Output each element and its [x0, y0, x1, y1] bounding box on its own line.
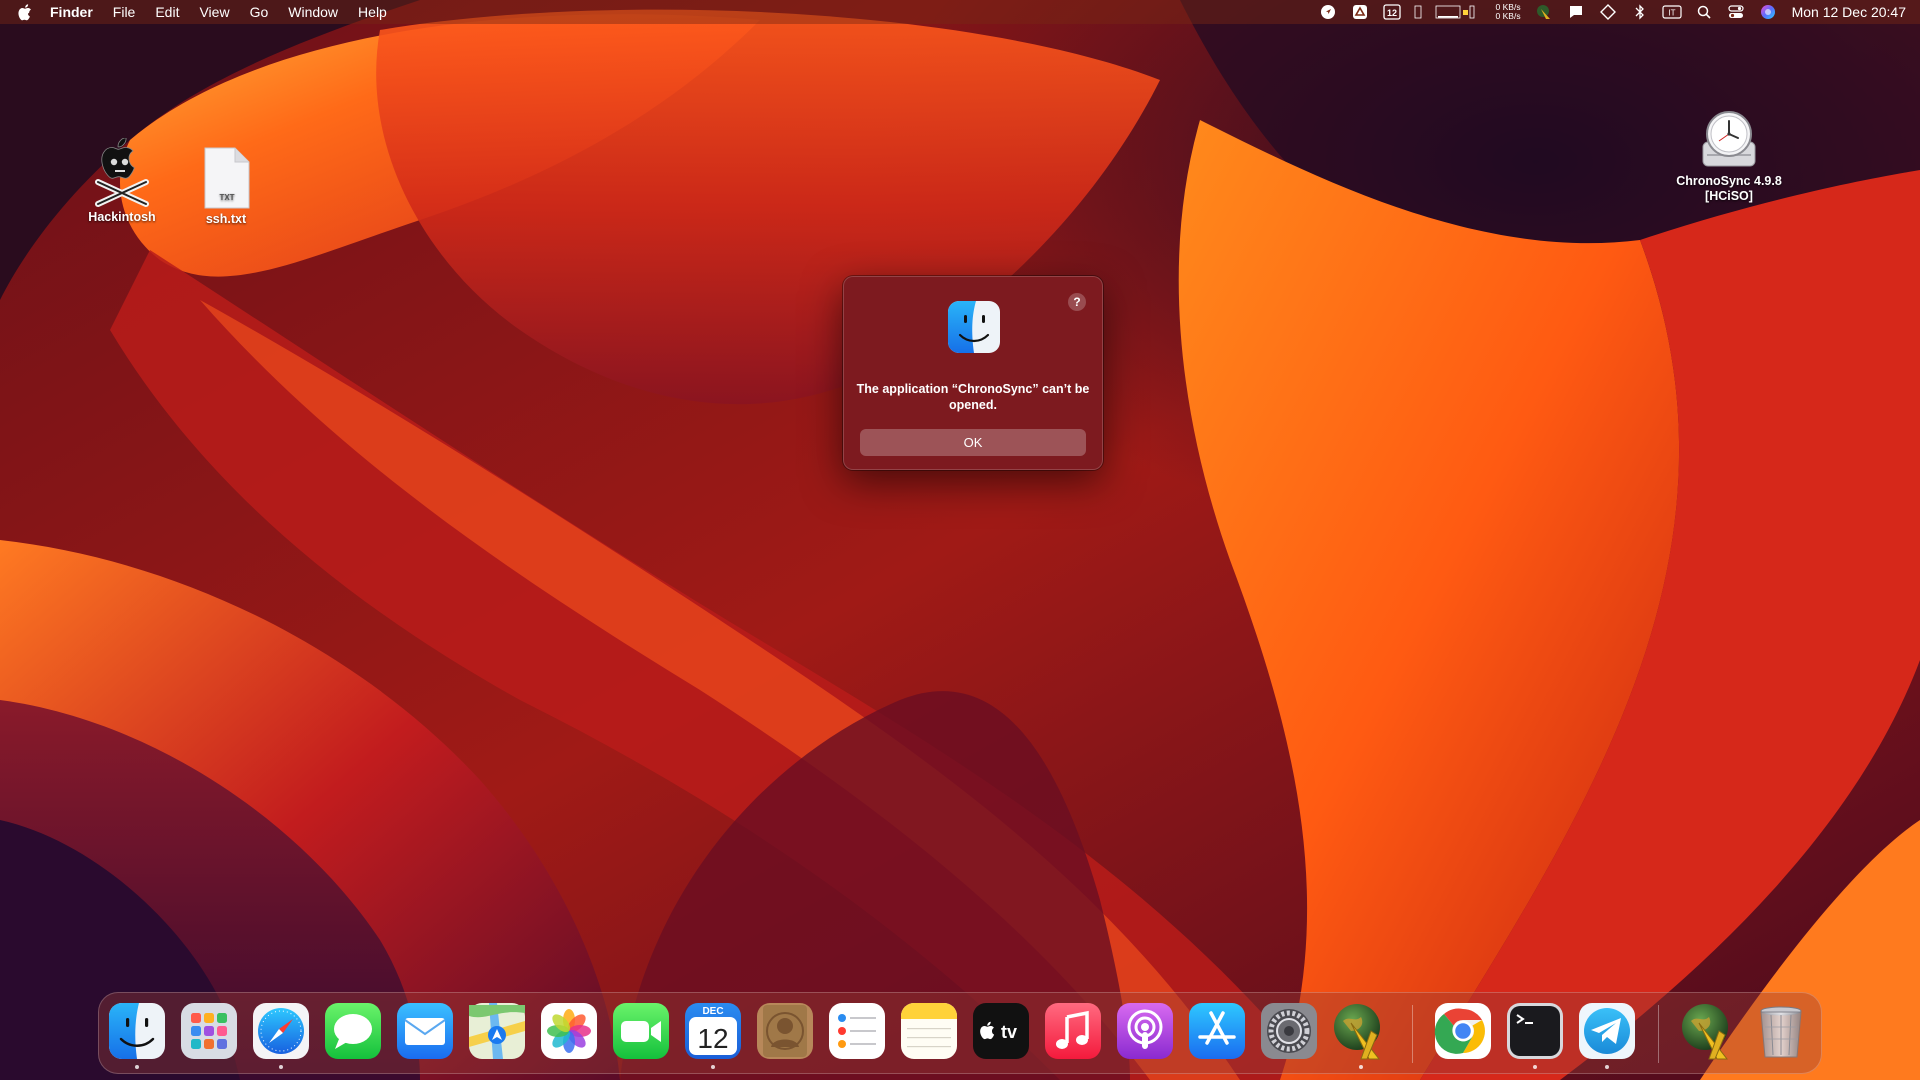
- desktop-item-label: Hackintosh: [88, 210, 156, 224]
- svg-text:TXT: TXT: [219, 193, 234, 202]
- facetime-camera-icon: [613, 1003, 669, 1059]
- reminders-list-icon: [829, 1003, 885, 1059]
- menu-app-finder[interactable]: Finder: [50, 0, 103, 24]
- opencore-globe-icon: [1334, 1004, 1381, 1060]
- svg-text:tv: tv: [1001, 1022, 1017, 1042]
- apple-menu-icon[interactable]: [18, 3, 34, 21]
- apple-tv-icon: tv: [973, 1003, 1029, 1059]
- dock-mail[interactable]: [395, 1001, 455, 1061]
- svg-text:12: 12: [697, 1023, 728, 1054]
- running-indicator: [1533, 1065, 1537, 1069]
- menubar-clock[interactable]: Mon 12 Dec 20:47: [1792, 4, 1906, 20]
- dock-trash[interactable]: [1751, 1001, 1811, 1061]
- dock: DEC 12 tv: [98, 992, 1822, 1074]
- menu-help[interactable]: Help: [348, 0, 397, 24]
- cpu-graph-icon[interactable]: [1414, 2, 1476, 22]
- dock-launchpad[interactable]: [179, 1001, 239, 1061]
- opencore-menu-icon[interactable]: [1534, 2, 1554, 22]
- alert-message: The application “ChronoSync” can’t be op…: [856, 382, 1090, 412]
- music-note-icon: [1045, 1003, 1101, 1059]
- text-file-icon: TXT: [204, 147, 250, 209]
- running-indicator: [135, 1065, 139, 1069]
- menu-edit[interactable]: Edit: [145, 0, 189, 24]
- desktop-item-label: ChronoSync 4.9.8 [HCiSO]: [1676, 174, 1782, 203]
- svg-text:12: 12: [1387, 8, 1397, 18]
- svg-text:IT: IT: [1668, 9, 1675, 18]
- dock-app-store[interactable]: [1187, 1001, 1247, 1061]
- mail-envelope-icon: [397, 1003, 453, 1059]
- calendar-icon: DEC 12: [685, 1003, 741, 1059]
- dock-telegram[interactable]: [1577, 1001, 1637, 1069]
- maps-icon: [469, 1003, 525, 1059]
- chrome-icon: [1434, 1003, 1491, 1059]
- diamond-icon[interactable]: [1598, 2, 1618, 22]
- opencore-globe-icon: [1682, 1004, 1729, 1060]
- desktop-wallpaper: [0, 0, 1920, 1080]
- dock-photos[interactable]: [539, 1001, 599, 1061]
- dock-finder[interactable]: [107, 1001, 167, 1069]
- desktop-item-label: ssh.txt: [205, 212, 247, 226]
- app-store-icon: [1189, 1003, 1245, 1059]
- network-activity-icon[interactable]: 0 KB/s 0 KB/s: [1488, 2, 1522, 22]
- siri-icon[interactable]: [1758, 2, 1778, 22]
- control-center-icon[interactable]: [1726, 2, 1746, 22]
- podcasts-icon: [1117, 1003, 1173, 1059]
- dock-messages[interactable]: [323, 1001, 383, 1061]
- menu-go[interactable]: Go: [240, 0, 279, 24]
- dock-notes[interactable]: [899, 1001, 959, 1061]
- location-arrow-icon[interactable]: [1318, 2, 1338, 22]
- safari-compass-icon: [253, 1003, 309, 1059]
- dock-safari[interactable]: [251, 1001, 311, 1069]
- finder-app-icon: [948, 301, 1000, 358]
- messages-bubble-icon: [325, 1003, 381, 1059]
- running-indicator: [711, 1065, 715, 1069]
- dock-google-chrome[interactable]: [1433, 1001, 1493, 1061]
- dock-podcasts[interactable]: [1115, 1001, 1175, 1061]
- dock-contacts[interactable]: [755, 1001, 815, 1061]
- desktop-item-hackintosh[interactable]: Hackintosh: [67, 138, 177, 225]
- dock-reminders[interactable]: [827, 1001, 887, 1061]
- dock-separator: [1658, 1005, 1659, 1063]
- dock-music[interactable]: [1043, 1001, 1103, 1061]
- running-indicator: [1605, 1065, 1609, 1069]
- menu-bar: Finder File Edit View Go Window Help 12 …: [0, 0, 1920, 24]
- running-indicator: [1359, 1065, 1363, 1069]
- calendar-badge-icon[interactable]: 12: [1382, 2, 1402, 22]
- dock-calendar[interactable]: DEC 12: [683, 1001, 743, 1069]
- finder-icon: [109, 1003, 165, 1059]
- running-indicator: [279, 1065, 283, 1069]
- dock-opencore-configurator[interactable]: [1331, 1001, 1391, 1069]
- desktop-item-ssh-txt[interactable]: TXT ssh.txt: [171, 146, 281, 227]
- spotlight-search-icon[interactable]: [1694, 2, 1714, 22]
- hackintosh-pirate-apple-icon: [95, 138, 149, 207]
- desktop-item-chronosync-dmg[interactable]: ChronoSync 4.9.8 [HCiSO]: [1672, 108, 1786, 204]
- menu-view[interactable]: View: [189, 0, 239, 24]
- dock-apple-tv[interactable]: tv: [971, 1001, 1031, 1061]
- triangle-app-icon[interactable]: [1350, 2, 1370, 22]
- messages-menu-icon[interactable]: [1566, 2, 1586, 22]
- dock-terminal[interactable]: [1505, 1001, 1565, 1069]
- terminal-prompt-icon: [1507, 1003, 1563, 1059]
- help-button[interactable]: ?: [1068, 293, 1086, 311]
- menu-file[interactable]: File: [103, 0, 146, 24]
- dock-opencore-configurator-recent[interactable]: [1679, 1001, 1739, 1061]
- bluetooth-icon[interactable]: [1630, 2, 1650, 22]
- trash-can-icon: [1760, 1006, 1802, 1058]
- input-source-icon[interactable]: IT: [1661, 2, 1682, 22]
- notes-pad-icon: [901, 1003, 957, 1059]
- alert-dialog: ? The application “ChronoSync” can’t be …: [843, 276, 1103, 470]
- telegram-plane-icon: [1579, 1003, 1635, 1059]
- disk-image-clock-icon: [1702, 111, 1756, 167]
- svg-text:DEC: DEC: [702, 1006, 723, 1017]
- ok-button[interactable]: OK: [860, 429, 1086, 456]
- menu-window[interactable]: Window: [278, 0, 348, 24]
- dock-facetime[interactable]: [611, 1001, 671, 1061]
- photos-flower-icon: [541, 1003, 597, 1059]
- gear-icon: [1261, 1003, 1317, 1059]
- launchpad-icon: [181, 1003, 237, 1059]
- dock-separator: [1412, 1005, 1413, 1063]
- dock-maps[interactable]: [467, 1001, 527, 1061]
- dock-system-settings[interactable]: [1259, 1001, 1319, 1061]
- contacts-book-icon: [757, 1003, 813, 1059]
